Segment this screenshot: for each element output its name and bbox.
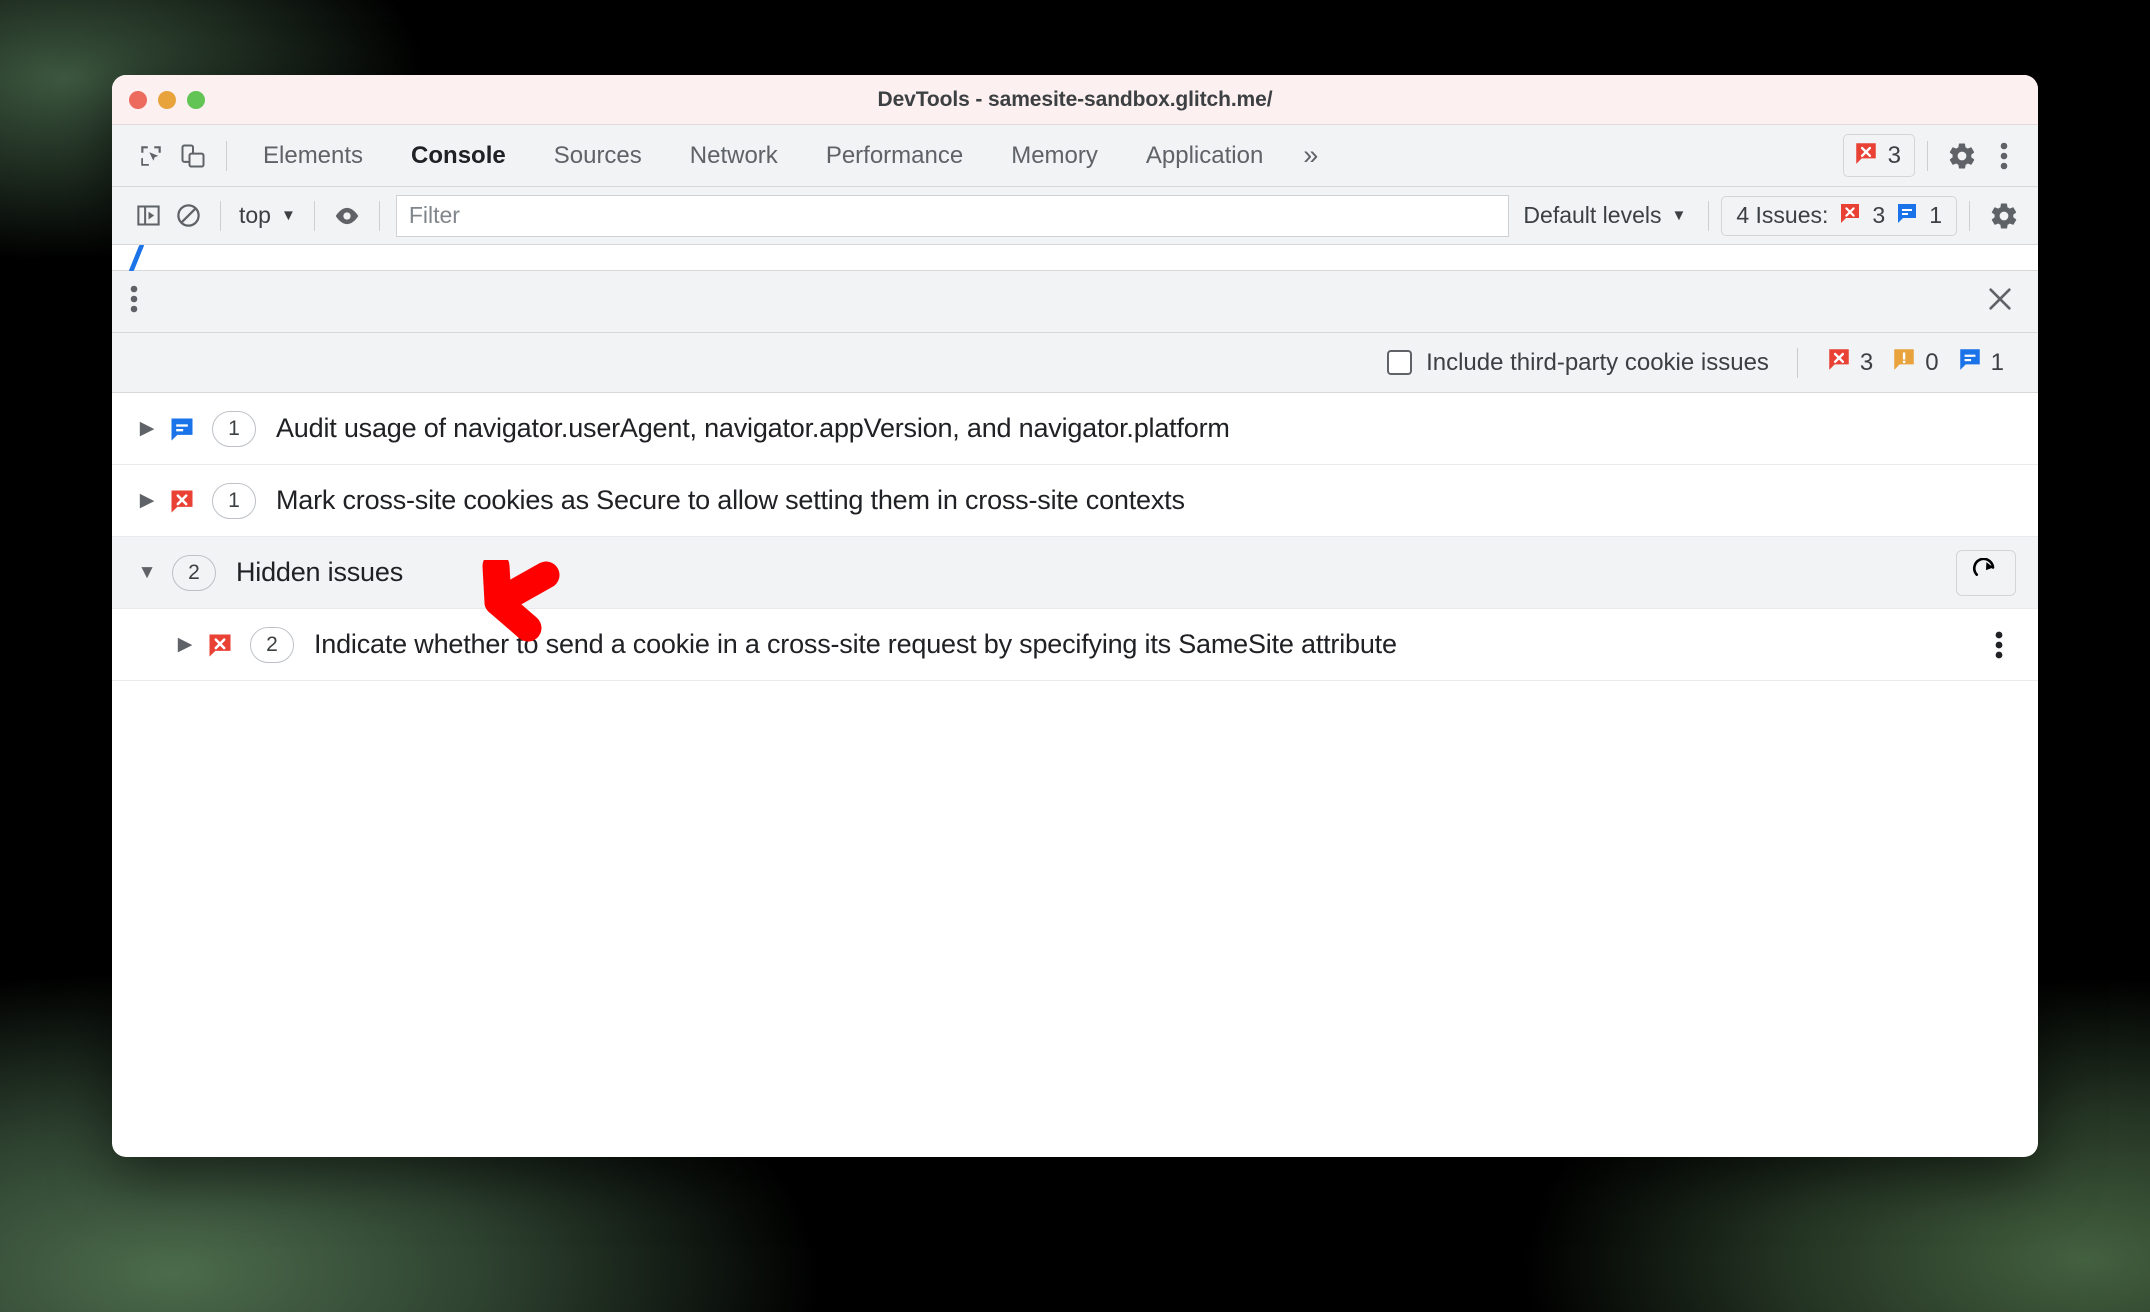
toolbar-divider	[1796, 347, 1798, 378]
error-counter: 3	[1826, 346, 1873, 379]
expand-triangle-icon[interactable]: ▶	[172, 633, 198, 656]
filterbar-divider-3	[378, 200, 380, 231]
issue-count-pill: 1	[212, 410, 256, 447]
gear-icon[interactable]	[1940, 134, 1984, 178]
tab-memory[interactable]: Memory	[987, 126, 1122, 186]
issue-title: Audit usage of navigator.userAgent, navi…	[276, 413, 1230, 443]
error-badge-icon	[206, 631, 234, 659]
close-icon[interactable]	[1984, 283, 2016, 320]
warning-badge-icon	[1891, 346, 1917, 379]
issues-info-count: 1	[1929, 202, 1942, 228]
hidden-issues-label: Hidden issues	[236, 557, 403, 587]
tab-sources[interactable]: Sources	[530, 126, 666, 186]
devtools-tab-bar: Elements Console Sources Network Perform…	[112, 125, 2038, 187]
issue-counters: 3 0 1	[1826, 346, 2014, 379]
hidden-issues-group-row[interactable]: ▼ 2 Hidden issues	[112, 537, 2038, 609]
issues-error-count: 3	[1872, 202, 1886, 228]
include-third-party-cookie-issues-checkbox[interactable]: Include third-party cookie issues	[1387, 349, 1769, 377]
execution-context-value: top	[239, 202, 271, 228]
error-count-value: 3	[1887, 141, 1901, 169]
info-badge-icon	[1895, 201, 1919, 231]
toolbar-divider	[226, 140, 227, 171]
warning-counter-value: 0	[1925, 348, 1939, 376]
title-bar: DevTools - samesite-sandbox.glitch.me/	[112, 75, 2038, 125]
error-counter-value: 3	[1859, 348, 1874, 376]
inspect-element-icon[interactable]	[130, 135, 172, 177]
issue-row-kebab-icon[interactable]	[1982, 630, 2016, 660]
issues-list: ▶ 1 Audit usage of navigator.userAgent, …	[112, 393, 2038, 681]
live-expression-icon[interactable]	[327, 196, 367, 236]
issues-summary-button[interactable]: 4 Issues: 3 1	[1721, 195, 1957, 236]
tab-console[interactable]: Console	[387, 126, 530, 186]
issues-summary-label: 4 Issues:	[1736, 202, 1829, 228]
expand-triangle-icon[interactable]: ▶	[134, 417, 160, 440]
drawer-menu-kebab-icon[interactable]	[130, 284, 138, 319]
execution-context-selector[interactable]: top ▼	[233, 202, 302, 229]
console-sidebar-icon[interactable]	[128, 196, 168, 236]
tab-performance[interactable]: Performance	[802, 126, 987, 186]
filterbar-divider-5	[1969, 200, 1970, 231]
checkbox-box[interactable]	[1387, 350, 1413, 375]
main-menu-kebab-icon[interactable]	[1984, 134, 2024, 178]
devtools-window: DevTools - samesite-sandbox.glitch.me/ E…	[112, 75, 2038, 1157]
issue-title: Indicate whether to send a cookie in a c…	[314, 629, 1397, 659]
filterbar-divider-4	[1708, 200, 1710, 231]
issue-count-pill: 2	[250, 626, 294, 663]
console-filter-bar: top ▼ Filter Default levels ▼ 4 Issues:	[112, 187, 2038, 245]
issue-title: Mark cross-site cookies as Secure to all…	[276, 485, 1185, 515]
tab-elements[interactable]: Elements	[239, 126, 387, 186]
device-toolbar-icon[interactable]	[172, 135, 214, 177]
issue-row[interactable]: ▶ 1 Mark cross-site cookies as Secure to…	[112, 465, 2038, 537]
gear-icon[interactable]	[1982, 194, 2026, 238]
log-levels-selector[interactable]: Default levels ▼	[1513, 202, 1696, 229]
filter-placeholder: Filter	[408, 202, 460, 228]
issue-row[interactable]: ▶ 1 Audit usage of navigator.userAgent, …	[112, 393, 2038, 465]
filterbar-divider-1	[220, 200, 221, 231]
expand-triangle-icon[interactable]: ▶	[134, 489, 160, 512]
info-counter-value: 1	[1990, 348, 2004, 376]
info-counter: 1	[1957, 346, 2004, 379]
error-badge-icon	[1826, 346, 1852, 379]
refresh-icon[interactable]	[1956, 549, 2016, 596]
active-drawer-tab-indicator	[128, 245, 145, 271]
issue-row[interactable]: ▶ 2 Indicate whether to send a cookie in…	[112, 609, 2038, 681]
error-badge-icon	[168, 487, 196, 515]
hidden-issues-count-pill: 2	[172, 554, 216, 591]
issues-toolbar: Include third-party cookie issues 3 0 1	[112, 333, 2038, 393]
window-title: DevTools - samesite-sandbox.glitch.me/	[877, 87, 1273, 111]
warning-counter: 0	[1891, 346, 1939, 379]
issue-count-pill: 1	[212, 482, 256, 519]
filter-input[interactable]: Filter	[395, 194, 1510, 237]
info-badge-icon	[1957, 346, 1983, 379]
drawer-tab-strip	[112, 245, 2038, 271]
error-badge-icon	[1853, 140, 1879, 171]
collapse-triangle-icon[interactable]: ▼	[134, 562, 160, 584]
error-badge-icon	[1838, 201, 1862, 231]
tabbar-divider-2	[1927, 140, 1928, 171]
panel-tabs: Elements Console Sources Network Perform…	[239, 126, 1334, 186]
log-levels-value: Default levels	[1523, 202, 1662, 228]
tab-application[interactable]: Application	[1122, 126, 1287, 186]
checkbox-label: Include third-party cookie issues	[1426, 348, 1769, 376]
filterbar-divider-2	[313, 200, 315, 231]
chevron-down-icon: ▼	[280, 207, 296, 224]
error-count-button[interactable]: 3	[1842, 134, 1915, 177]
chevron-down-icon: ▼	[1671, 207, 1687, 224]
drawer-header	[112, 271, 2038, 333]
tab-network[interactable]: Network	[666, 126, 802, 186]
clear-console-icon[interactable]	[168, 196, 208, 236]
info-badge-icon	[168, 415, 196, 443]
more-tabs-icon[interactable]: »	[1287, 126, 1334, 186]
